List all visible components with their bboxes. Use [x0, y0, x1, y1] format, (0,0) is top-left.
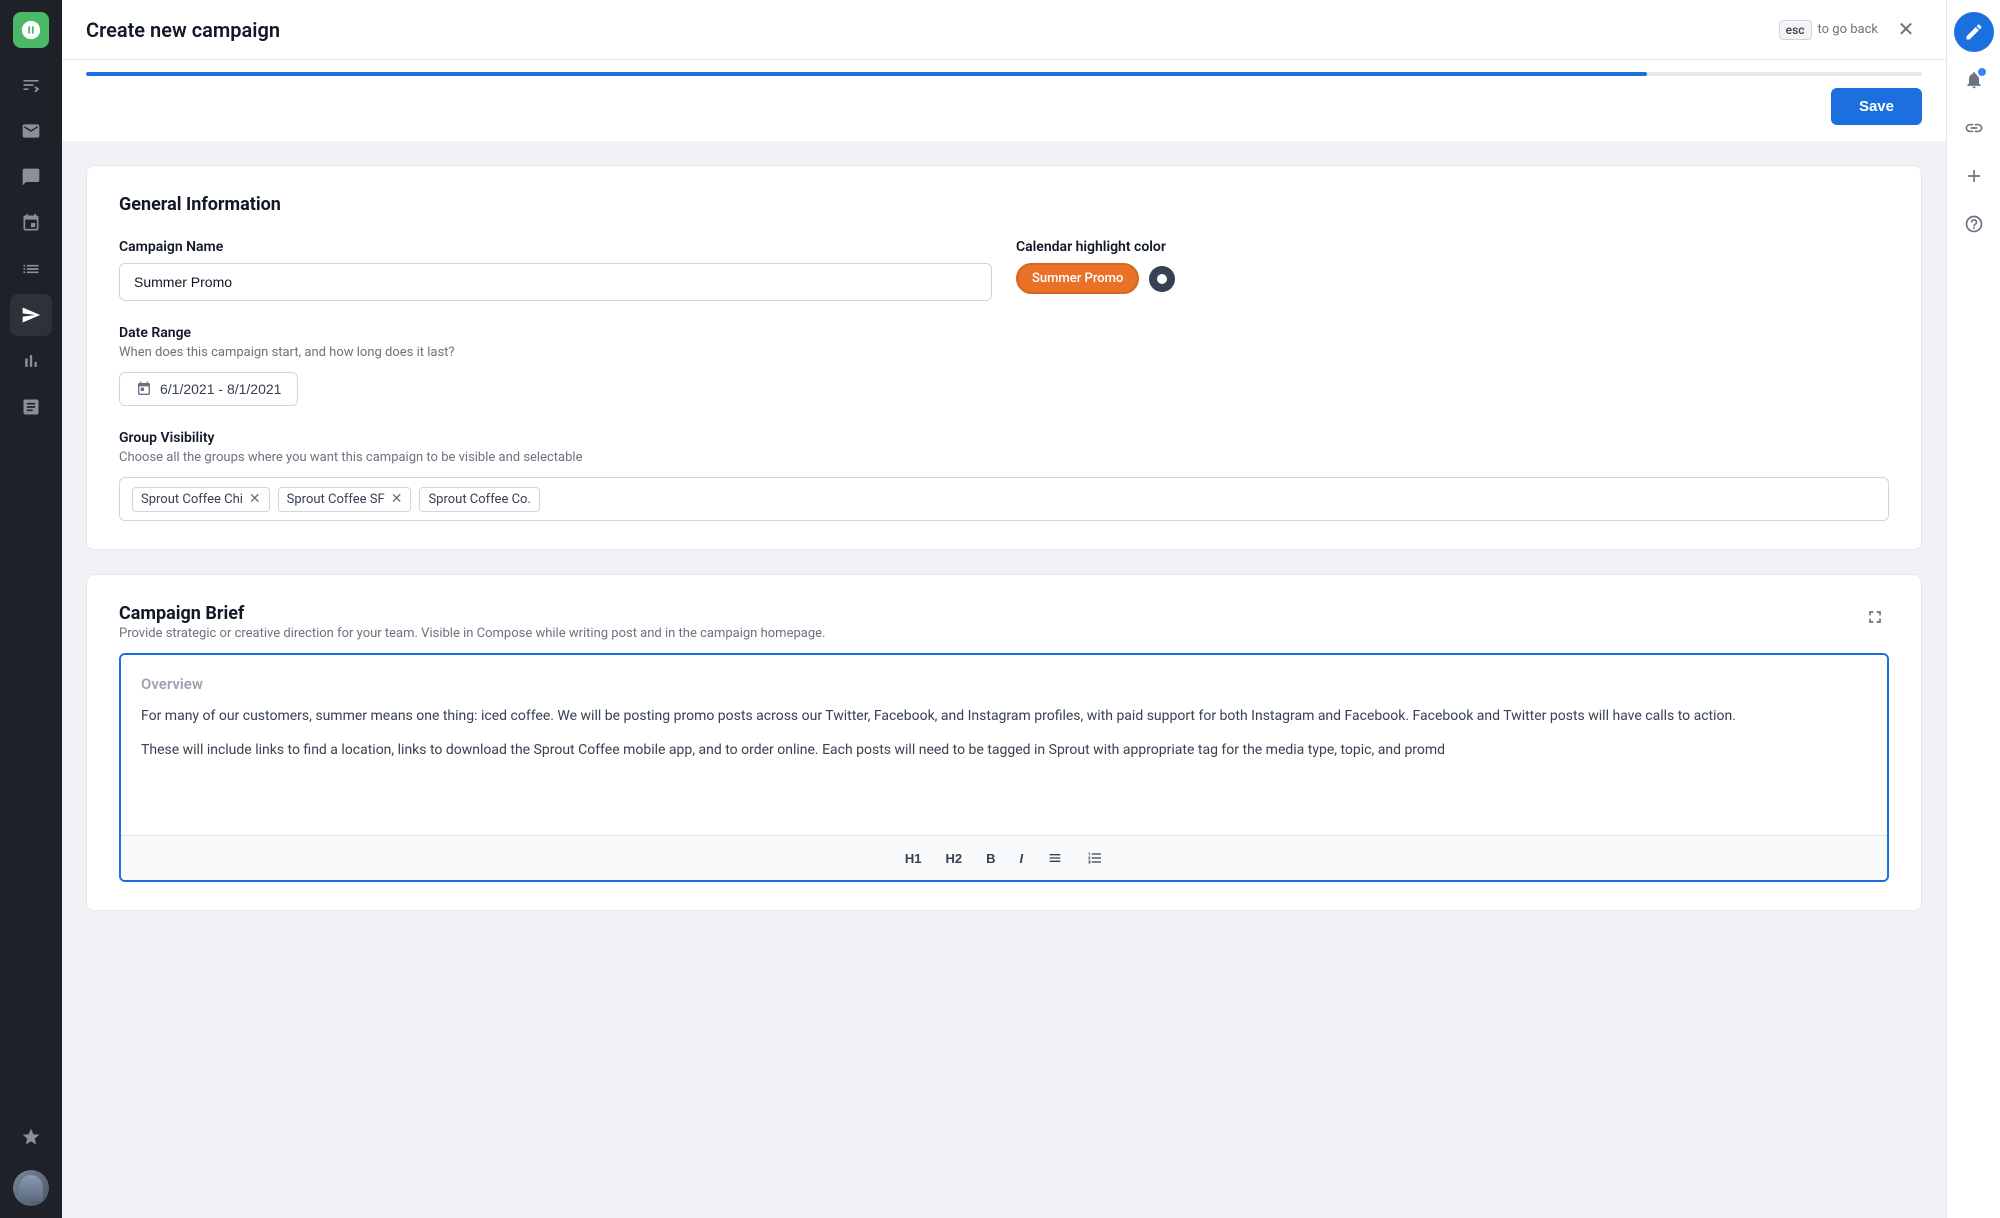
add-icon	[1964, 166, 1984, 186]
help-icon	[1964, 214, 1984, 234]
form-scroll-area: General Information Campaign Name Calend…	[62, 141, 1946, 1218]
right-sidebar-edit-button[interactable]	[1954, 12, 1994, 52]
header-actions: esc to go back ✕	[1779, 14, 1922, 46]
esc-key: esc	[1779, 20, 1812, 40]
tag-sprout-coffee-sf: Sprout Coffee SF ✕	[278, 487, 412, 512]
tag-remove-chi[interactable]: ✕	[249, 492, 261, 506]
main-content: Create new campaign esc to go back ✕ Sav…	[62, 0, 1946, 1218]
right-sidebar	[1946, 0, 2000, 1218]
close-button[interactable]: ✕	[1890, 14, 1922, 46]
calendar-color-field: Calendar highlight color Summer Promo	[1016, 239, 1889, 301]
brief-header: Campaign Brief Provide strategic or crea…	[119, 603, 1889, 641]
toolbar-italic-button[interactable]: I	[1010, 845, 1034, 872]
editor-toolbar: H1 H2 B I	[121, 835, 1887, 880]
sidebar-item-analytics[interactable]	[10, 340, 52, 382]
save-button[interactable]: Save	[1831, 88, 1922, 125]
page-title: Create new campaign	[86, 18, 280, 42]
right-sidebar-add-button[interactable]	[1954, 156, 1994, 196]
expand-icon	[1865, 607, 1885, 627]
link-icon	[1964, 118, 1984, 138]
campaign-name-input[interactable]	[119, 263, 992, 301]
group-vis-label: Group Visibility	[119, 430, 1889, 446]
toolbar-h2-button[interactable]: H2	[935, 845, 972, 872]
tag-label: Sprout Coffee SF	[287, 492, 385, 507]
brief-title: Campaign Brief	[119, 603, 825, 624]
date-range-value: 6/1/2021 - 8/1/2021	[160, 381, 281, 397]
editor-paragraph-1: For many of our customers, summer means …	[141, 705, 1867, 727]
editor-body[interactable]: Overview For many of our customers, summ…	[121, 655, 1887, 835]
progress-bar-container	[62, 60, 1946, 76]
calendar-color-label: Calendar highlight color	[1016, 239, 1889, 255]
group-vis-hint: Choose all the groups where you want thi…	[119, 450, 1889, 465]
color-swatch-button[interactable]	[1149, 266, 1175, 292]
tag-sprout-coffee-chi: Sprout Coffee Chi ✕	[132, 487, 270, 512]
date-range-section: Date Range When does this campaign start…	[119, 325, 1889, 406]
left-sidebar	[0, 0, 62, 1218]
sidebar-item-pin[interactable]	[10, 202, 52, 244]
general-info-card: General Information Campaign Name Calend…	[86, 165, 1922, 550]
brief-hint: Provide strategic or creative direction …	[119, 626, 825, 641]
esc-hint: esc to go back	[1779, 20, 1878, 40]
bell-icon	[1964, 70, 1984, 90]
calendar-icon	[136, 381, 152, 397]
toolbar-ol-button[interactable]	[1077, 844, 1113, 872]
avatar[interactable]	[13, 1170, 49, 1206]
app-logo	[13, 12, 49, 48]
toolbar-bold-button[interactable]: B	[976, 845, 1005, 872]
page-header: Create new campaign esc to go back ✕	[62, 0, 1946, 60]
date-range-label: Date Range	[119, 325, 1889, 341]
right-sidebar-notifications-button[interactable]	[1954, 60, 1994, 100]
editor-paragraph-2: These will include links to find a locat…	[141, 739, 1867, 761]
sidebar-item-compose[interactable]	[10, 64, 52, 106]
campaign-name-field: Campaign Name	[119, 239, 992, 301]
back-label: to go back	[1818, 22, 1878, 37]
date-range-hint: When does this campaign start, and how l…	[119, 345, 1889, 360]
tag-remove-sf[interactable]: ✕	[391, 492, 403, 506]
sidebar-item-star[interactable]	[10, 1116, 52, 1158]
group-visibility-section: Group Visibility Choose all the groups w…	[119, 430, 1889, 521]
right-sidebar-link-button[interactable]	[1954, 108, 1994, 148]
color-pill[interactable]: Summer Promo	[1016, 263, 1139, 294]
sidebar-item-reports[interactable]	[10, 386, 52, 428]
sidebar-item-lists[interactable]	[10, 248, 52, 290]
brief-header-text: Campaign Brief Provide strategic or crea…	[119, 603, 825, 641]
date-range-button[interactable]: 6/1/2021 - 8/1/2021	[119, 372, 298, 406]
group-tags-input[interactable]: Sprout Coffee Chi ✕ Sprout Coffee SF ✕ S…	[119, 477, 1889, 521]
color-pill-container: Summer Promo	[1016, 263, 1889, 294]
editor-heading: Overview	[141, 675, 1867, 693]
edit-icon	[1964, 22, 1984, 42]
toolbar-ul-button[interactable]	[1037, 844, 1073, 872]
sidebar-item-send[interactable]	[10, 294, 52, 336]
save-row: Save	[62, 76, 1946, 141]
toolbar-h1-button[interactable]: H1	[895, 845, 932, 872]
tag-label: Sprout Coffee Chi	[141, 492, 243, 507]
rich-text-editor[interactable]: Overview For many of our customers, summ…	[119, 653, 1889, 882]
expand-button[interactable]	[1861, 603, 1889, 634]
tag-sprout-coffee-co: Sprout Coffee Co.	[419, 487, 539, 512]
campaign-name-label: Campaign Name	[119, 239, 992, 255]
sidebar-item-inbox[interactable]	[10, 110, 52, 152]
general-info-title: General Information	[119, 194, 1889, 215]
sidebar-item-messages[interactable]	[10, 156, 52, 198]
right-sidebar-help-button[interactable]	[1954, 204, 1994, 244]
campaign-brief-card: Campaign Brief Provide strategic or crea…	[86, 574, 1922, 911]
tag-label: Sprout Coffee Co.	[428, 492, 530, 507]
name-color-grid: Campaign Name Calendar highlight color S…	[119, 239, 1889, 301]
